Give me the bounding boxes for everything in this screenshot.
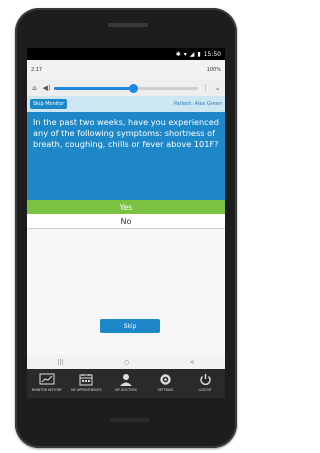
nav-logout[interactable]: LOGOUT <box>187 372 223 392</box>
app-status-time: 2:17 <box>31 67 43 73</box>
bluetooth-icon: ✱ <box>175 50 181 58</box>
screen: ✱ ▾ ◢ ▮ 15:50 2:17 100% ⌂ ◀) ⋮ ⌄ Skip Mo… <box>27 48 225 398</box>
no-option[interactable]: No <box>27 214 225 229</box>
nav-label: MY APPOINTMENTS <box>71 388 102 392</box>
gear-icon <box>158 372 174 386</box>
home-button-icon[interactable]: ○ <box>124 359 129 366</box>
device-time: 15:50 <box>203 50 221 58</box>
chart-icon <box>39 372 55 386</box>
nav-my-appointments[interactable]: MY APPOINTMENTS <box>68 372 104 392</box>
doctor-icon <box>118 372 134 386</box>
settings-dots-icon[interactable]: ⋮ <box>201 84 210 93</box>
volume-toolbar: ⌂ ◀) ⋮ ⌄ <box>27 80 225 96</box>
earpiece <box>108 23 148 27</box>
nav-settings[interactable]: SETTINGS <box>148 372 184 392</box>
calendar-icon <box>78 372 94 386</box>
skip-button[interactable]: Skip <box>100 319 160 333</box>
nav-label: SETTINGS <box>157 388 174 392</box>
volume-slider-fill <box>54 86 134 90</box>
app-status-bar: 2:17 100% <box>27 60 225 80</box>
app-header: Skip Monitor Patient: Alex Green <box>27 96 225 112</box>
recent-apps-icon[interactable]: ||| <box>57 359 63 366</box>
chevron-down-icon[interactable]: ⌄ <box>213 84 222 93</box>
back-icon[interactable]: < <box>190 359 195 366</box>
nav-monitor-history[interactable]: MONITOR HISTORY <box>29 372 65 392</box>
nav-label: MY DOCTORS <box>115 388 137 392</box>
device-status-bar: ✱ ▾ ◢ ▮ 15:50 <box>27 48 225 60</box>
bottom-nav: MONITOR HISTORY MY APPOINTMENTS MY DOCTO… <box>27 369 225 398</box>
content-area <box>27 229 225 355</box>
home-icon[interactable]: ⌂ <box>30 84 39 93</box>
skip-monitor-button[interactable]: Skip Monitor <box>30 99 68 109</box>
volume-icon[interactable]: ◀) <box>42 84 51 93</box>
app-battery-text: 100% <box>206 67 221 73</box>
phone-frame: ✱ ▾ ◢ ▮ 15:50 2:17 100% ⌂ ◀) ⋮ ⌄ Skip Mo… <box>15 8 237 448</box>
patient-label: Patient: Alex Green <box>173 101 222 107</box>
android-nav-bar: ||| ○ < <box>27 355 225 369</box>
signal-icon: ◢ <box>189 50 195 58</box>
battery-icon: ▮ <box>197 50 201 58</box>
phone-chin <box>110 418 150 422</box>
question-text: In the past two weeks, have you experien… <box>27 112 225 200</box>
volume-slider-thumb[interactable] <box>129 83 139 93</box>
yes-option[interactable]: Yes <box>27 200 225 214</box>
wifi-icon: ▾ <box>183 50 187 58</box>
power-icon <box>197 372 213 386</box>
nav-label: MONITOR HISTORY <box>31 388 62 392</box>
volume-slider[interactable] <box>54 83 198 93</box>
nav-my-doctors[interactable]: MY DOCTORS <box>108 372 144 392</box>
nav-label: LOGOUT <box>198 388 212 392</box>
